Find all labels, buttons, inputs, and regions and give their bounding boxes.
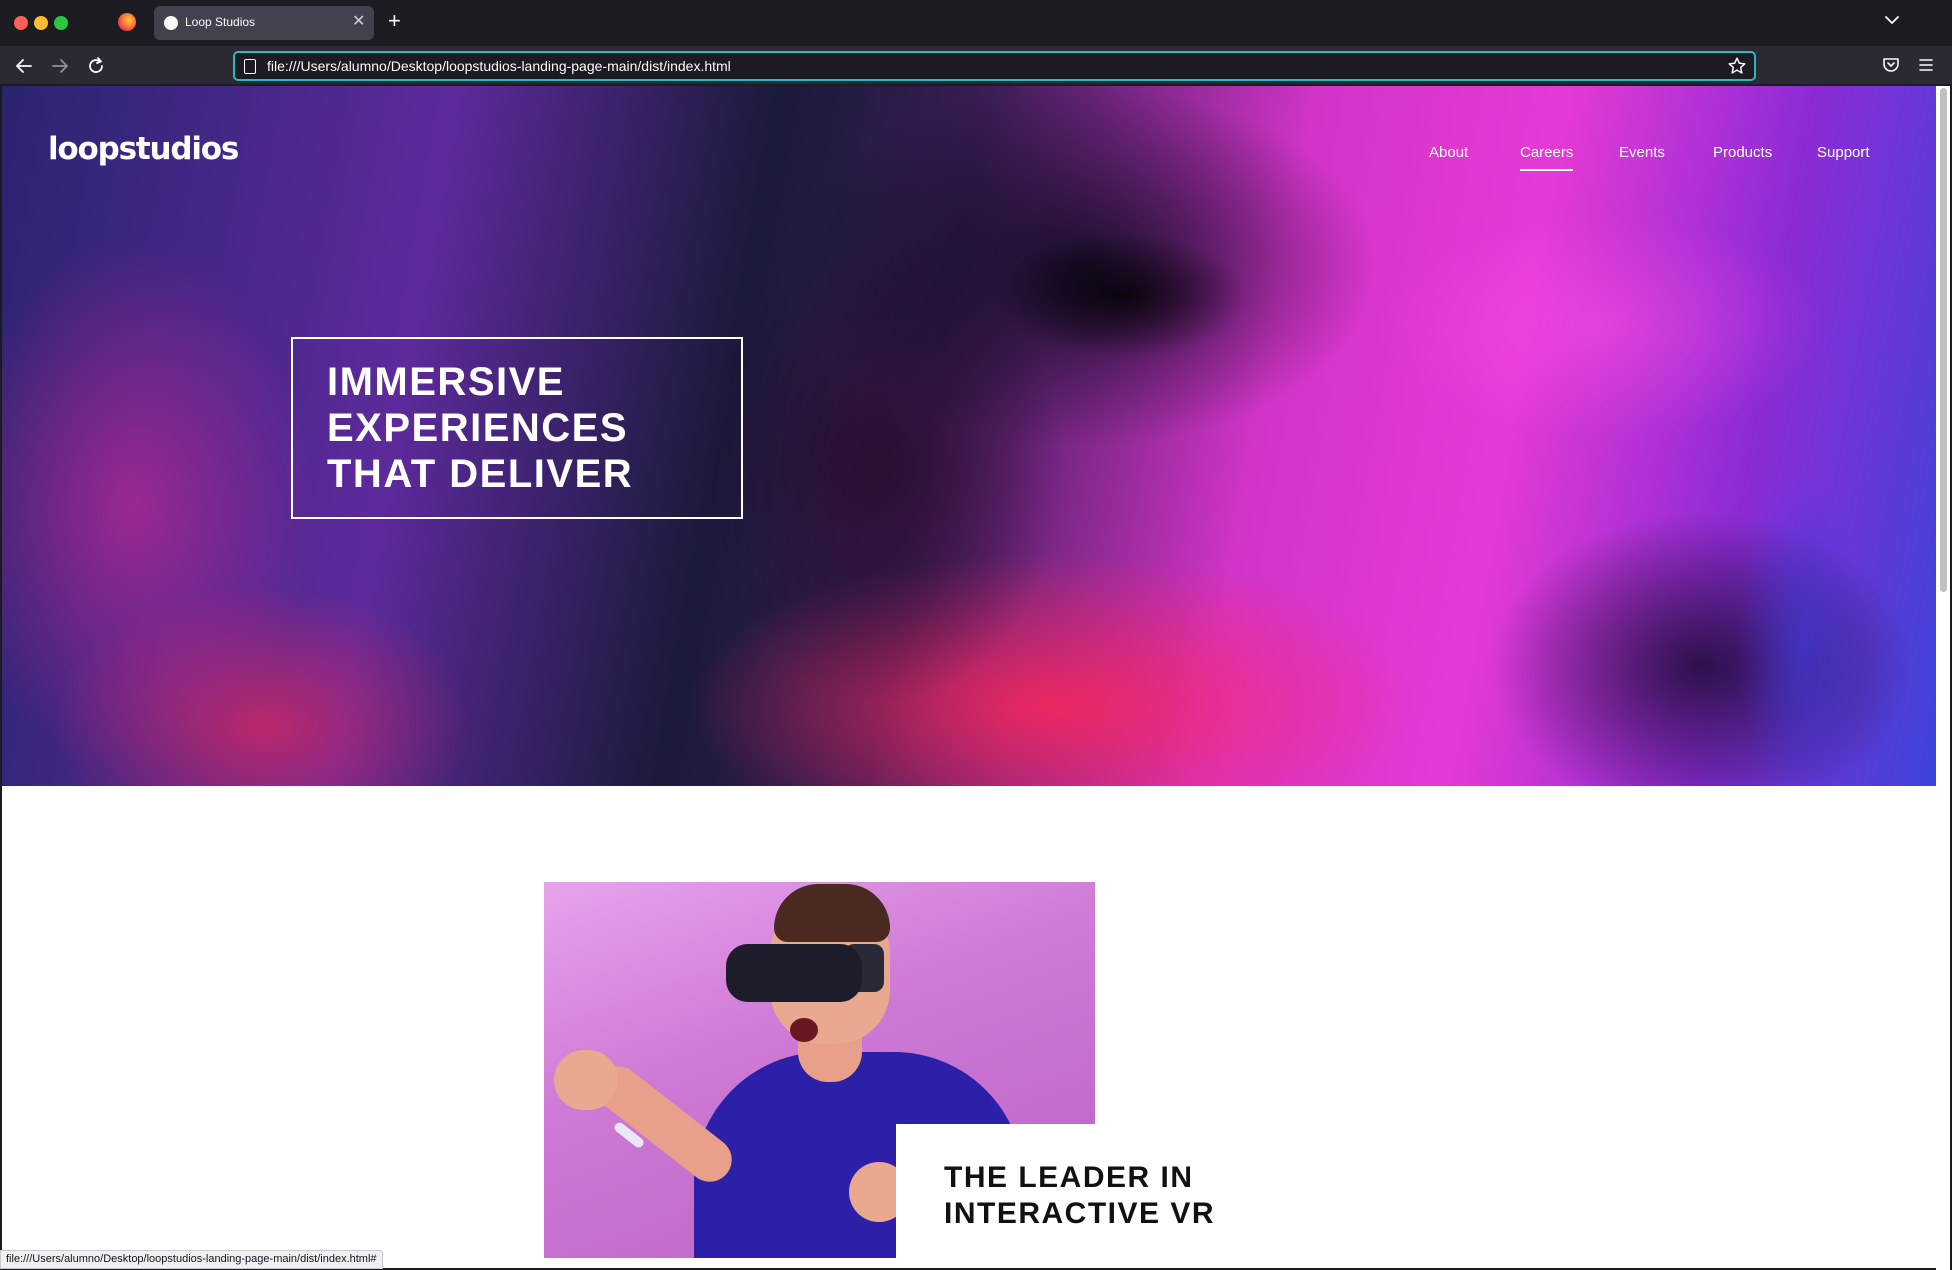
url-bar[interactable]: file:///Users/alumno/Desktop/loopstudios… bbox=[233, 51, 1756, 81]
nav-link-support[interactable]: Support bbox=[1817, 144, 1870, 161]
tab-title: Loop Studios bbox=[185, 15, 256, 29]
page-viewport: loopstudios About Careers Events Product… bbox=[2, 86, 1936, 1268]
status-bar-link-preview: file:///Users/alumno/Desktop/loopstudios… bbox=[0, 1250, 383, 1269]
hero-title-box: IMMERSIVE EXPERIENCES THAT DELIVER bbox=[291, 337, 743, 519]
tab-favicon-icon bbox=[164, 16, 178, 30]
scrollbar-thumb[interactable] bbox=[1940, 88, 1947, 592]
nav-link-about[interactable]: About bbox=[1429, 144, 1468, 161]
menu-icon[interactable] bbox=[1918, 57, 1934, 73]
back-icon[interactable] bbox=[12, 54, 36, 78]
site-nav: About Careers Events Products Support bbox=[2, 144, 1936, 174]
section-title-card: THE LEADER IN INTERACTIVE VR bbox=[896, 1124, 1416, 1268]
nav-link-products[interactable]: Products bbox=[1713, 144, 1772, 161]
tab-close-icon[interactable]: ✕ bbox=[352, 12, 365, 32]
maximize-window-button[interactable] bbox=[54, 16, 68, 30]
tab-loop-studios[interactable]: Loop Studios ✕ bbox=[154, 6, 374, 40]
hero-title: IMMERSIVE EXPERIENCES THAT DELIVER bbox=[327, 360, 634, 496]
firefox-icon[interactable] bbox=[118, 13, 136, 31]
page-scrollbar[interactable] bbox=[1936, 86, 1950, 1270]
reload-icon[interactable] bbox=[84, 54, 108, 78]
minimize-window-button[interactable] bbox=[34, 16, 48, 30]
url-text[interactable]: file:///Users/alumno/Desktop/loopstudios… bbox=[267, 58, 731, 74]
pocket-icon[interactable] bbox=[1882, 57, 1900, 73]
bookmark-star-icon[interactable] bbox=[1726, 55, 1748, 77]
nav-link-careers[interactable]: Careers bbox=[1520, 144, 1574, 171]
tab-strip: Loop Studios ✕ + bbox=[0, 0, 1952, 46]
section-title: THE LEADER IN INTERACTIVE VR bbox=[944, 1161, 1216, 1230]
hero-section: loopstudios About Careers Events Product… bbox=[2, 86, 1936, 786]
new-tab-button[interactable]: + bbox=[388, 9, 401, 33]
close-window-button[interactable] bbox=[14, 16, 28, 30]
page-icon bbox=[244, 59, 256, 74]
tab-list-chevron-icon[interactable] bbox=[1882, 10, 1902, 30]
nav-link-events[interactable]: Events bbox=[1619, 144, 1665, 161]
forward-icon[interactable] bbox=[48, 54, 72, 78]
